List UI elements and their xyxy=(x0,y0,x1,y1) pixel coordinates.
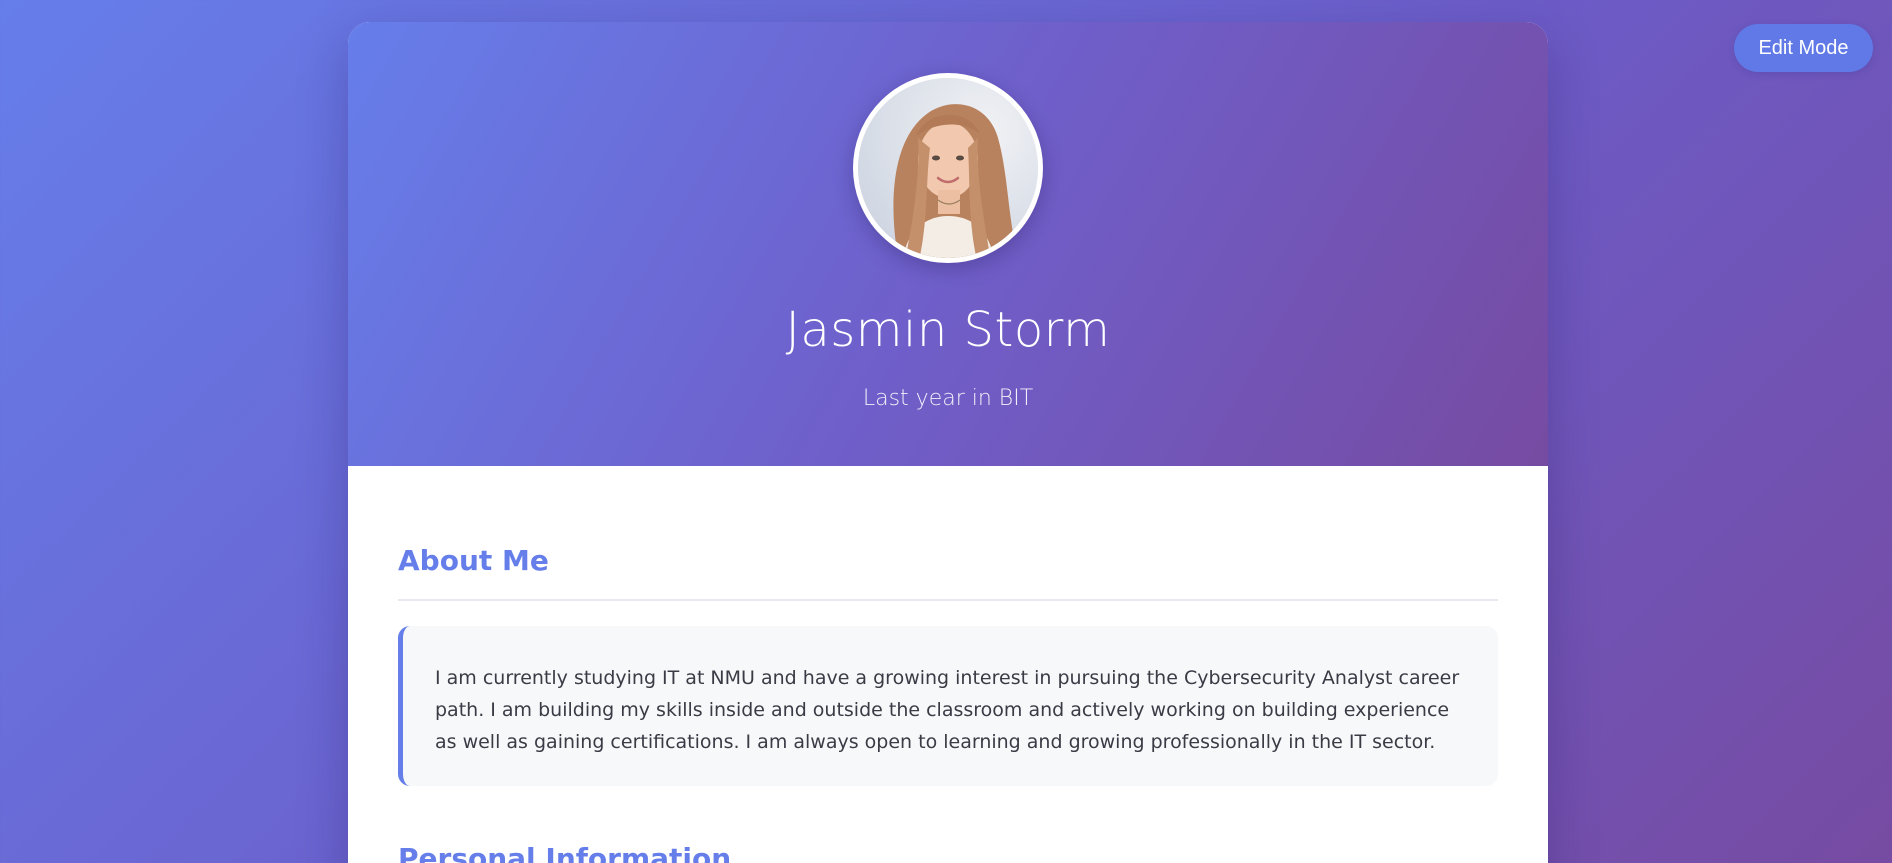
profile-header: Jasmin Storm Last year in BIT xyxy=(348,22,1548,466)
profile-name: Jasmin Storm xyxy=(785,302,1111,358)
personal-information-heading: Personal Information xyxy=(398,842,732,863)
edit-mode-button[interactable]: Edit Mode xyxy=(1734,24,1873,72)
profile-photo-icon xyxy=(858,78,1038,258)
about-me-panel: I am currently studying IT at NMU and ha… xyxy=(398,626,1498,786)
profile-card: Jasmin Storm Last year in BIT About Me I… xyxy=(348,22,1548,863)
avatar xyxy=(853,73,1043,263)
about-me-text: I am currently studying IT at NMU and ha… xyxy=(435,667,1460,753)
section-divider xyxy=(398,599,1498,601)
profile-subtitle: Last year in BIT xyxy=(862,386,1034,411)
about-me-heading: About Me xyxy=(398,544,549,577)
